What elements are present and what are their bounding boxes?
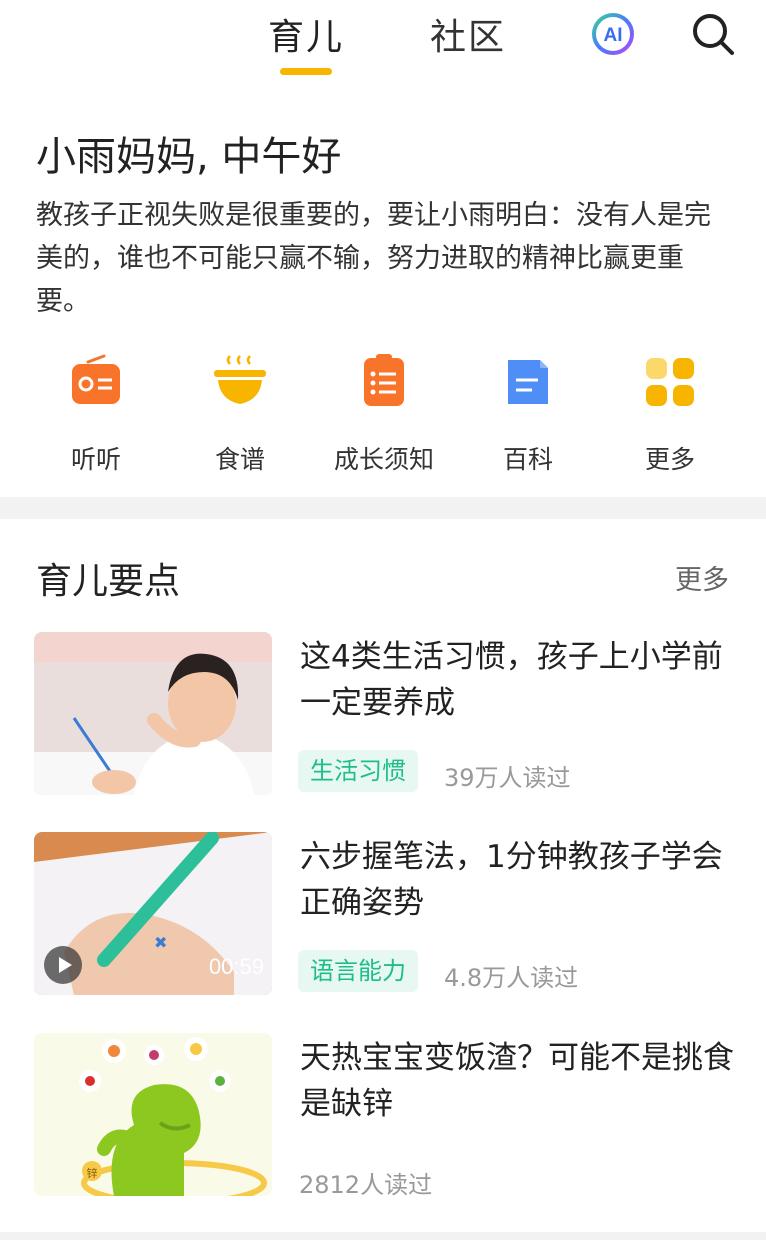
article-item[interactable]: 锌 天热宝宝变饭渣？可能不是挑食是缺锌 2812人读过 bbox=[0, 1033, 766, 1213]
article-thumbnail: 锌 bbox=[34, 1033, 272, 1196]
article-read-count: 39万人读过 bbox=[444, 764, 571, 792]
article-title: 六步握笔法，1分钟教孩子学会正确姿势 bbox=[300, 839, 723, 921]
article-title: 天热宝宝变饭渣？可能不是挑食是缺锌 bbox=[300, 1040, 734, 1122]
quick-link-listen[interactable]: 听听 bbox=[26, 352, 166, 476]
parenting-tip: 教孩子正视失败是很重要的，要让小雨明白：没有人是完美的，谁也不可能只赢不输，努力… bbox=[36, 200, 711, 317]
quick-link-encyclopedia[interactable]: 百科 bbox=[458, 352, 598, 476]
quick-link-label: 百科 bbox=[502, 445, 553, 474]
article-thumbnail: ✖ 00:59 bbox=[34, 832, 272, 995]
quick-link-growth[interactable]: 成长须知 bbox=[314, 352, 454, 476]
search-icon[interactable] bbox=[690, 11, 736, 57]
article-tag: 生活习惯 bbox=[298, 750, 418, 792]
thumb-zinc-label: 锌 bbox=[87, 1166, 98, 1180]
article-read-count: 2812人读过 bbox=[299, 1171, 433, 1199]
play-button-icon[interactable] bbox=[44, 946, 82, 984]
quick-link-recipes[interactable]: 食谱 bbox=[170, 352, 310, 476]
section-title: 育儿要点 bbox=[36, 561, 181, 602]
video-duration: 00:59 bbox=[208, 954, 264, 979]
clipboard-icon bbox=[354, 352, 414, 412]
article-read-count: 4.8万人读过 bbox=[444, 964, 579, 992]
bottom-divider bbox=[0, 1232, 766, 1240]
book-icon bbox=[498, 352, 558, 412]
ai-assistant-icon[interactable]: AI bbox=[590, 11, 636, 57]
article-item[interactable]: 这4类生活习惯，孩子上小学前一定要养成 生活习惯 39万人读过 bbox=[0, 632, 766, 812]
article-title: 这4类生活习惯，孩子上小学前一定要养成 bbox=[300, 639, 723, 721]
ai-label: AI bbox=[604, 25, 623, 46]
quick-link-label: 成长须知 bbox=[333, 445, 434, 474]
quick-link-more[interactable]: 更多 bbox=[600, 352, 740, 476]
quick-link-label: 更多 bbox=[644, 445, 695, 474]
radio-icon bbox=[66, 352, 126, 412]
tab-parenting[interactable]: 育儿 bbox=[268, 8, 344, 60]
grid-icon bbox=[640, 352, 700, 412]
section-divider bbox=[0, 497, 766, 519]
article-tag: 语言能力 bbox=[298, 950, 418, 992]
quick-link-label: 食谱 bbox=[214, 445, 265, 474]
bowl-icon bbox=[210, 352, 270, 412]
article-item[interactable]: ✖ 00:59 六步握笔法，1分钟教孩子学会正确姿势 语言能力 4.8万人读过 bbox=[0, 832, 766, 1012]
top-nav: 育儿 社区 AI bbox=[0, 0, 766, 90]
tab-community[interactable]: 社区 bbox=[430, 8, 506, 60]
greeting-title: 小雨妈妈, 中午好 bbox=[36, 134, 342, 180]
article-thumbnail bbox=[34, 632, 272, 795]
quick-link-label: 听听 bbox=[70, 445, 121, 474]
svg-text:✖: ✖ bbox=[154, 935, 167, 952]
section-more-link[interactable]: 更多 bbox=[675, 558, 729, 597]
active-tab-indicator bbox=[280, 68, 332, 75]
